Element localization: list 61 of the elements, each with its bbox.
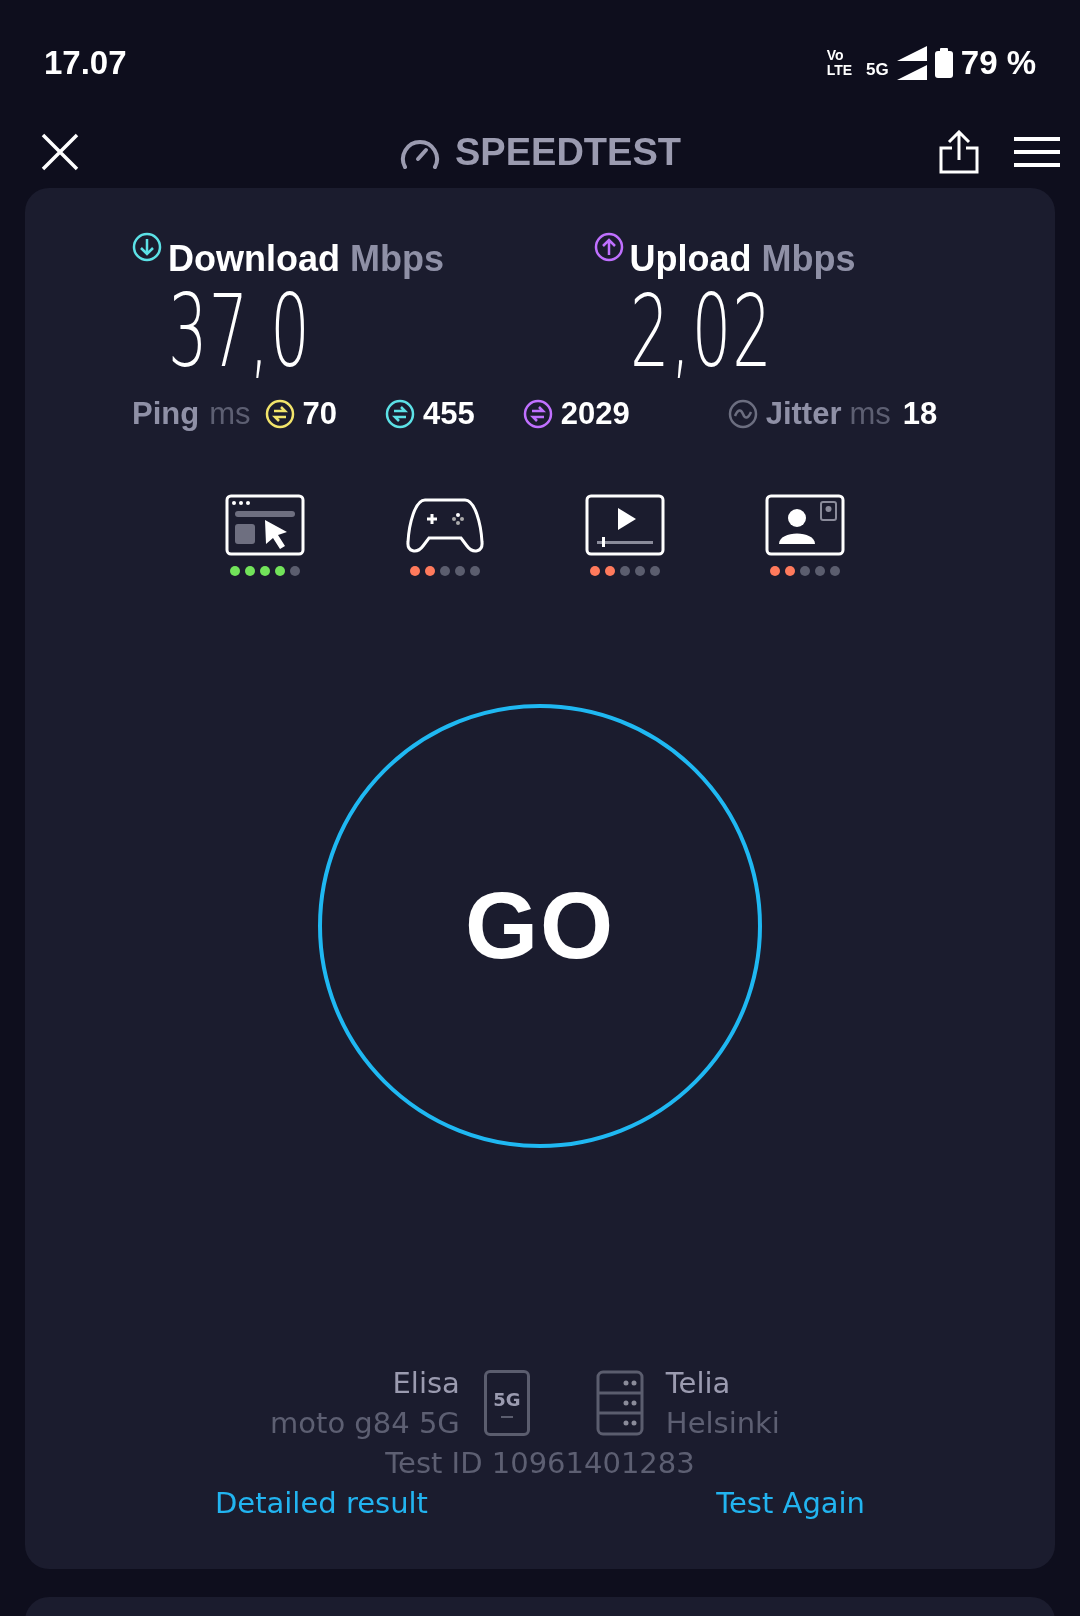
rating-dot (245, 566, 255, 576)
ping-icon (522, 399, 553, 429)
ping-label: Ping (132, 396, 200, 432)
ping-value: 455 (423, 396, 475, 432)
test-id: Test ID 10961401283 (385, 1445, 695, 1482)
rating-dot (830, 566, 840, 576)
phone-icon: 5G (483, 1370, 530, 1436)
app-title: SPEEDTEST (455, 130, 681, 174)
ping-unit: ms (209, 396, 251, 432)
video-call-icon (765, 494, 845, 556)
upload-label: Upload (629, 238, 752, 280)
rating-dot (800, 566, 810, 576)
ping-value: 70 (302, 396, 337, 432)
jitter-unit: ms (849, 396, 891, 432)
battery-icon (934, 48, 953, 78)
jitter-icon (727, 399, 758, 429)
download-unit: Mbps (350, 238, 444, 280)
server-name: Telia (665, 1365, 731, 1402)
ping-value: 2029 (560, 396, 630, 432)
close-icon[interactable] (40, 132, 80, 172)
share-icon[interactable] (938, 130, 980, 174)
upload-unit: Mbps (761, 238, 856, 280)
rating-dot (785, 566, 795, 576)
rating-dot (635, 566, 645, 576)
rating-dot (290, 566, 300, 576)
result-link[interactable]: Detailed result (215, 1483, 428, 1523)
rating-dot (620, 566, 630, 576)
rating-dot (275, 566, 285, 576)
rating-dot (230, 566, 240, 576)
rating-dot (770, 566, 780, 576)
rating-dot (410, 566, 420, 576)
ping-icon (385, 399, 415, 429)
device-name: moto g84 5G (270, 1405, 460, 1442)
download-label: Download (168, 238, 340, 280)
go-button[interactable]: GO (318, 704, 762, 1148)
rating-dot (260, 566, 270, 576)
jitter-value: 18 (902, 396, 938, 432)
rating-dot (455, 566, 465, 576)
rating-dot (470, 566, 480, 576)
battery-percent: 79 % (960, 44, 1036, 82)
rating-dot (440, 566, 450, 576)
rating-dot (815, 566, 825, 576)
rating-dot (590, 566, 600, 576)
rating-dot (425, 566, 435, 576)
network-type: 5G (866, 60, 889, 80)
ping-icon (264, 399, 295, 429)
server-icon (595, 1370, 644, 1436)
rating-dot (650, 566, 660, 576)
rating-dot (605, 566, 615, 576)
server-location: Helsinki (665, 1405, 780, 1442)
menu-icon[interactable] (1014, 136, 1060, 168)
result-link[interactable]: Test Again (716, 1483, 865, 1523)
clock-time: 17.07 (44, 44, 127, 82)
signal-icon (896, 46, 927, 80)
volte-indicator: Vo LTE (826, 48, 853, 78)
provider-name: Elisa (392, 1365, 460, 1402)
video-player-icon (585, 494, 665, 556)
jitter-label: Jitter (765, 396, 842, 432)
browser-icon (225, 494, 305, 556)
upload-speed: 2,02 (629, 280, 773, 384)
download-speed: 37,0 (168, 280, 312, 384)
